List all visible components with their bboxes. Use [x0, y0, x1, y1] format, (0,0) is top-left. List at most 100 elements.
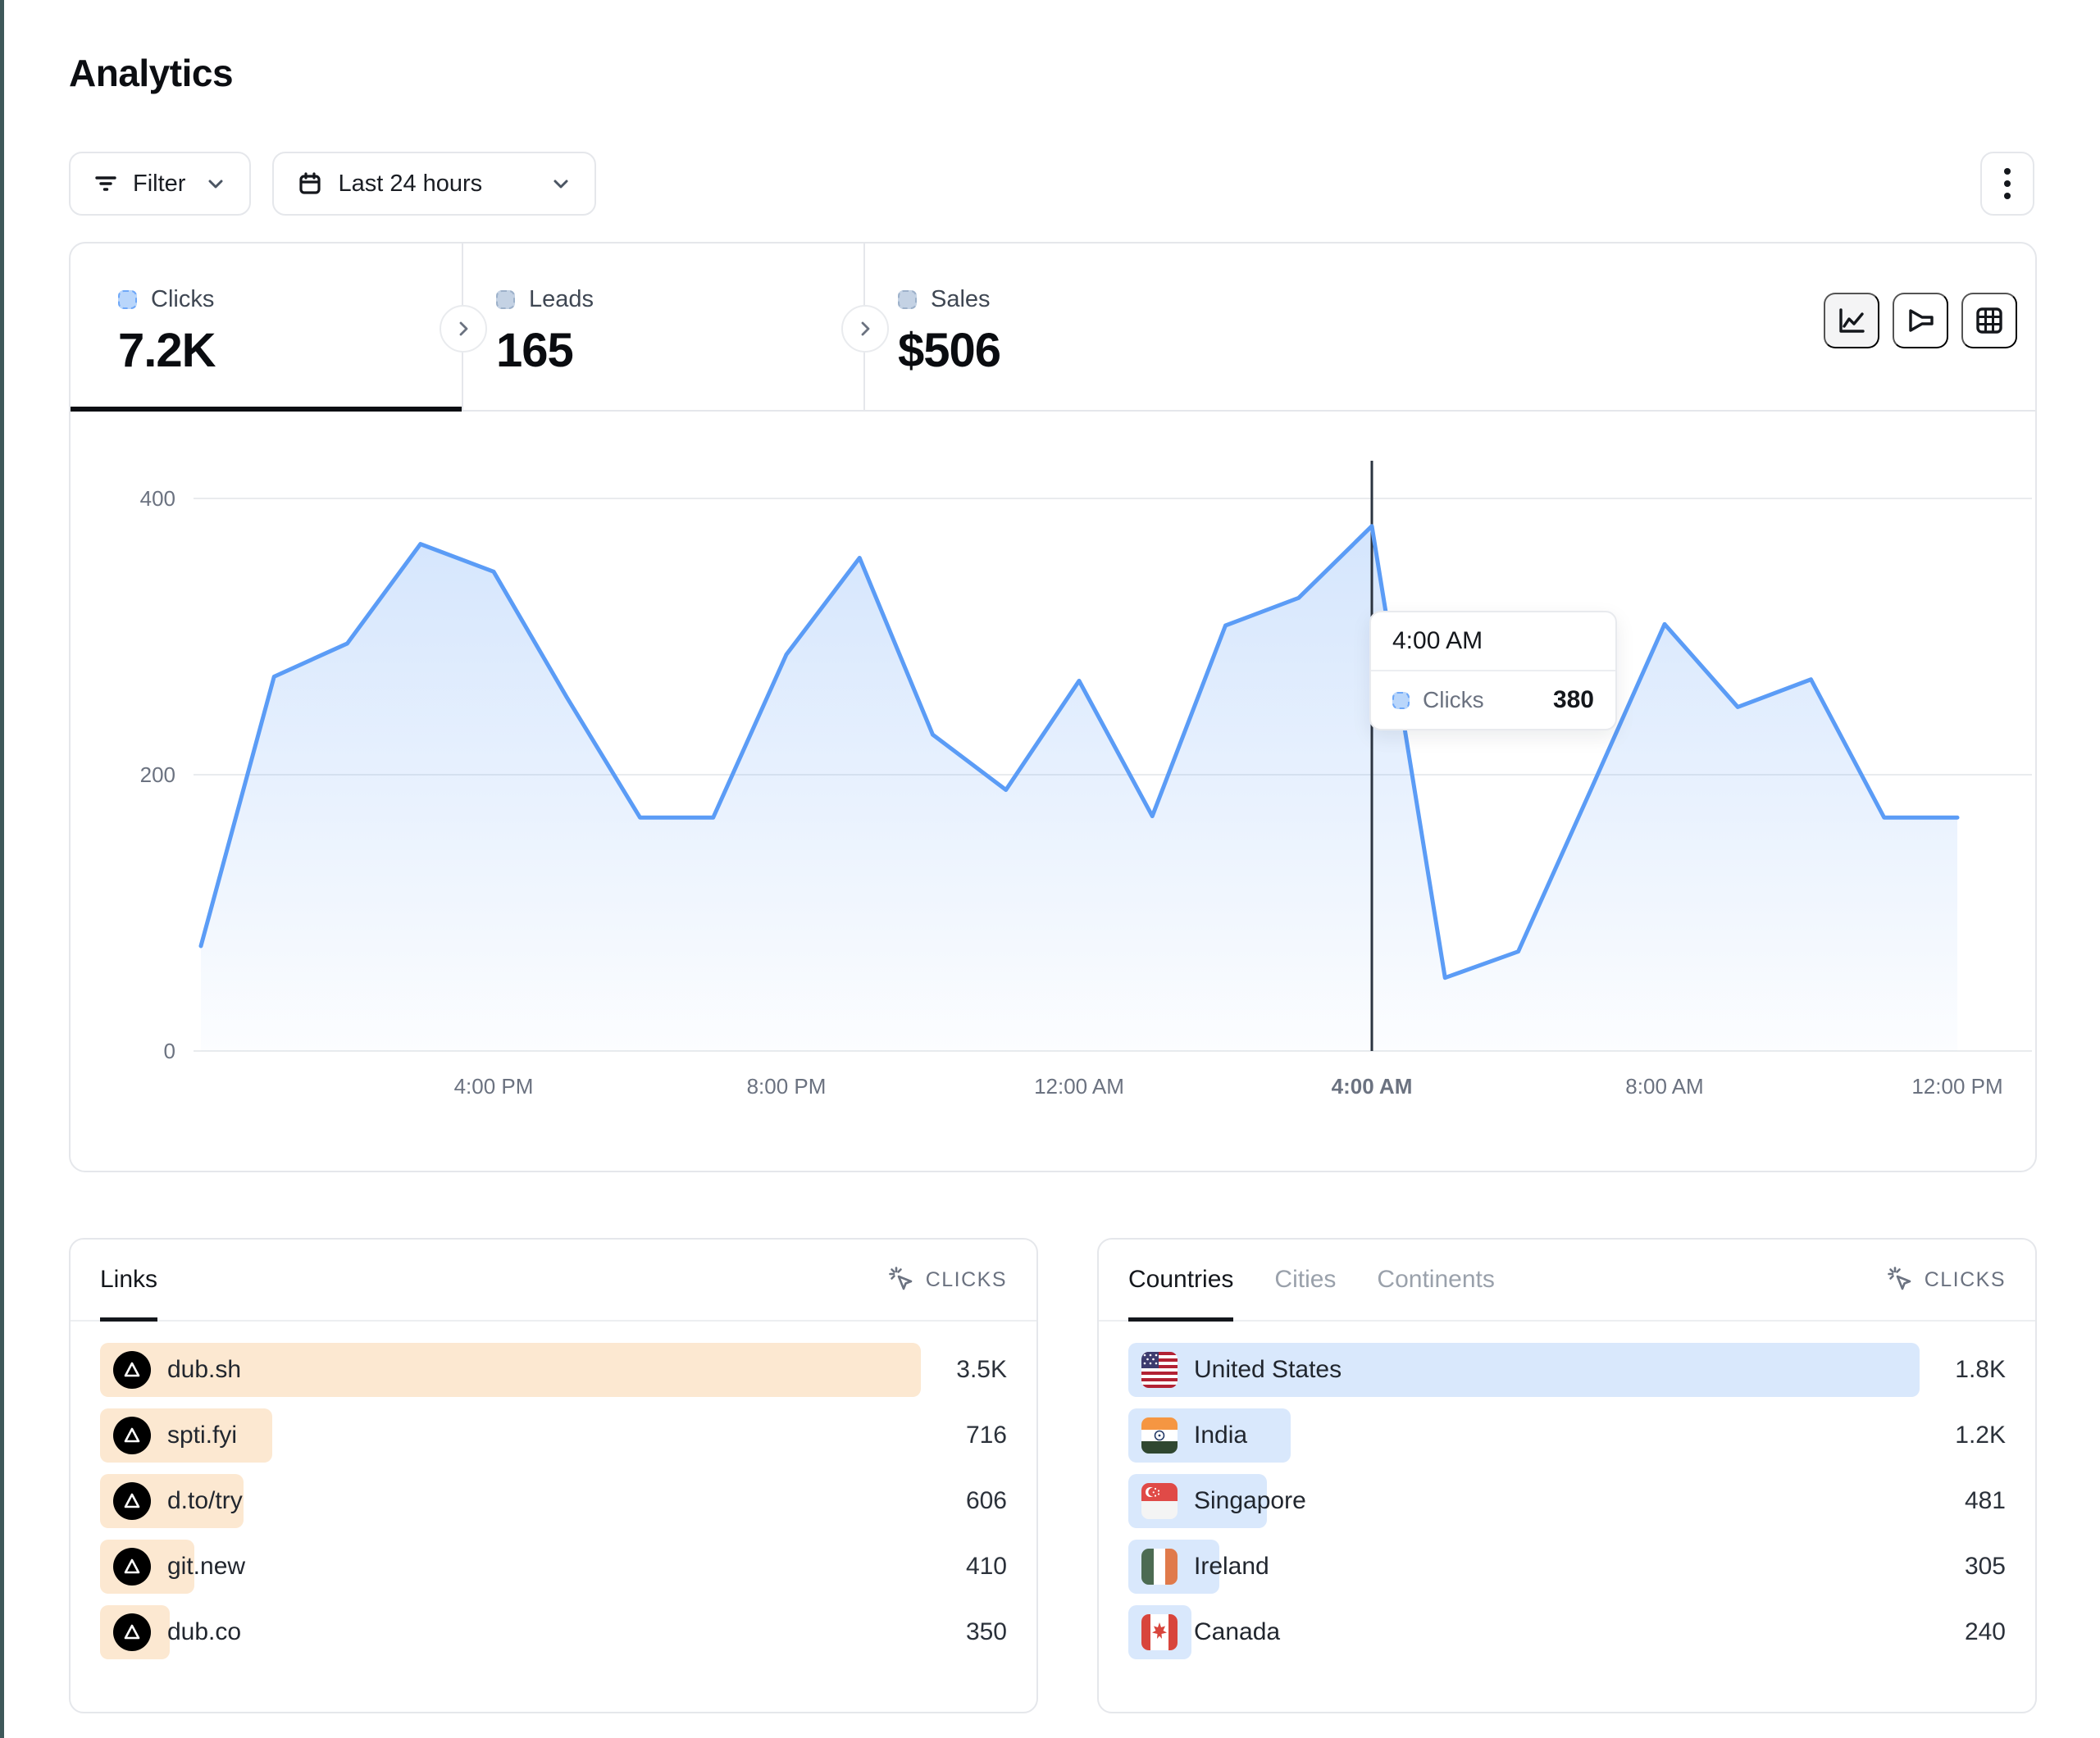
links-rows: dub.sh 3.5K spti.fyi 716 d.to/try 606 — [71, 1322, 1036, 1659]
links-metric-selector[interactable]: CLICKS — [888, 1240, 1007, 1320]
country-row-ireland[interactable]: Ireland 305 — [1128, 1540, 2006, 1594]
link-row-dub-sh[interactable]: dub.sh 3.5K — [100, 1343, 1007, 1397]
more-options-button[interactable] — [1980, 152, 2034, 216]
link-clicks-value: 410 — [966, 1540, 1007, 1594]
link-clicks-value: 3.5K — [956, 1343, 1007, 1397]
link-clicks-value: 350 — [966, 1605, 1007, 1659]
toolbar: Filter Last 24 hours — [69, 152, 596, 216]
tooltip-time: 4:00 AM — [1371, 612, 1615, 671]
links-tab-label: Links — [100, 1266, 157, 1294]
link-label: d.to/try — [167, 1487, 243, 1515]
countries-card-header: Countries Cities Continents CLICKS — [1099, 1240, 2035, 1322]
clicks-value: 7.2K — [118, 323, 462, 378]
dub-logo-icon — [113, 1351, 151, 1389]
country-row-singapore[interactable]: Singapore 481 — [1128, 1474, 2006, 1528]
x-axis-label-24: 12:00 PM — [1911, 1074, 2002, 1099]
line-chart-view-button[interactable] — [1824, 293, 1879, 348]
country-label: United States — [1194, 1356, 1342, 1384]
funnel-icon — [1904, 304, 1937, 337]
chart-tooltip: 4:00 AM Clicks 380 — [1369, 611, 1617, 730]
tab-countries[interactable]: Countries — [1128, 1240, 1233, 1320]
clicks-series-swatch — [118, 290, 137, 309]
dub-logo-icon — [113, 1417, 151, 1454]
dub-logo-icon — [113, 1548, 151, 1586]
cities-tab-label: Cities — [1274, 1266, 1336, 1294]
chart-view-switcher — [1824, 293, 2017, 348]
leads-tab-label: Leads — [529, 286, 594, 313]
dub-logo-icon — [113, 1482, 151, 1520]
date-range-button[interactable]: Last 24 hours — [272, 152, 596, 216]
clicks-area-chart[interactable]: 02004004:00 PM8:00 PM12:00 AM4:00 AM8:00… — [71, 412, 2035, 1172]
chevron-down-icon — [205, 173, 226, 194]
dub-logo-icon — [113, 1613, 151, 1651]
link-clicks-value: 606 — [966, 1474, 1007, 1528]
chevron-down-icon — [550, 173, 572, 194]
link-row-git-new[interactable]: git.new 410 — [100, 1540, 1007, 1594]
countries-card: Countries Cities Continents CLICKS — [1097, 1238, 2037, 1713]
page-title: Analytics — [69, 51, 233, 95]
country-clicks-value: 305 — [1965, 1540, 2006, 1594]
country-label: Singapore — [1194, 1487, 1306, 1515]
link-clicks-value: 716 — [966, 1408, 1007, 1463]
country-label: Canada — [1194, 1618, 1280, 1646]
clicks-area-fill — [201, 526, 1957, 1051]
country-row-canada[interactable]: Canada 240 — [1128, 1605, 2006, 1659]
country-clicks-value: 1.8K — [1955, 1343, 2006, 1397]
date-range-label: Last 24 hours — [338, 171, 482, 198]
tooltip-series-swatch — [1392, 692, 1410, 709]
funnel-view-button[interactable] — [1893, 293, 1948, 348]
leads-value: 165 — [496, 323, 863, 378]
y-axis-label-0: 0 — [164, 1039, 175, 1063]
leads-series-swatch — [496, 290, 515, 309]
continents-tab-label: Continents — [1377, 1266, 1494, 1294]
sales-series-swatch — [898, 290, 917, 309]
country-row-united-states[interactable]: United States 1.8K — [1128, 1343, 2006, 1397]
link-label: spti.fyi — [167, 1422, 237, 1449]
clicks-chart-area: 02004004:00 PM8:00 PM12:00 AM4:00 AM8:00… — [71, 412, 2035, 1172]
countries-metric-label: CLICKS — [1925, 1268, 2006, 1292]
country-label: India — [1194, 1422, 1247, 1449]
y-axis-label-400: 400 — [140, 486, 175, 511]
kebab-menu-icon — [2003, 166, 2011, 202]
singapore-flag-icon — [1141, 1483, 1178, 1519]
country-row-india[interactable]: India 1.2K — [1128, 1408, 2006, 1463]
links-card-header: Links CLICKS — [71, 1240, 1036, 1322]
x-axis-label-20: 8:00 AM — [1625, 1074, 1703, 1099]
x-axis-label-4: 4:00 PM — [454, 1074, 534, 1099]
link-label: git.new — [167, 1553, 245, 1581]
us-flag-icon — [1141, 1352, 1178, 1388]
tab-continents[interactable]: Continents — [1377, 1240, 1494, 1320]
tab-links[interactable]: Links — [100, 1240, 157, 1320]
expand-leads-chevron-button[interactable] — [841, 305, 889, 353]
x-axis-label-12: 12:00 AM — [1034, 1074, 1124, 1099]
country-label: Ireland — [1194, 1553, 1269, 1581]
tooltip-series-label: Clicks — [1423, 687, 1484, 713]
link-row-dub-co[interactable]: dub.co 350 — [100, 1605, 1007, 1659]
tab-leads[interactable]: Leads 165 — [463, 243, 865, 410]
country-clicks-value: 1.2K — [1955, 1408, 2006, 1463]
x-axis-label-16: 4:00 AM — [1332, 1074, 1413, 1099]
countries-metric-selector[interactable]: CLICKS — [1887, 1240, 2006, 1320]
india-flag-icon — [1141, 1417, 1178, 1454]
tooltip-value: 380 — [1553, 686, 1594, 714]
link-row-d-to-try[interactable]: d.to/try 606 — [100, 1474, 1007, 1528]
link-label: dub.sh — [167, 1356, 241, 1384]
sales-tab-label: Sales — [931, 286, 991, 313]
stats-tabs-row: Clicks 7.2K Leads 165 Sales $506 — [71, 243, 2035, 412]
clicks-tab-label: Clicks — [151, 286, 214, 313]
tab-cities[interactable]: Cities — [1274, 1240, 1336, 1320]
countries-rows: United States 1.8K India 1.2K — [1099, 1322, 2035, 1659]
x-axis-label-8: 8:00 PM — [747, 1074, 827, 1099]
link-row-spti-fyi[interactable]: spti.fyi 716 — [100, 1408, 1007, 1463]
line-chart-icon — [1835, 304, 1868, 337]
ireland-flag-icon — [1141, 1549, 1178, 1585]
table-view-button[interactable] — [1961, 293, 2017, 348]
canada-flag-icon — [1141, 1614, 1178, 1650]
tab-clicks[interactable]: Clicks 7.2K — [71, 243, 463, 410]
analytics-card: Clicks 7.2K Leads 165 Sales $506 — [69, 242, 2037, 1172]
analytics-page: Analytics Filter Last 24 hours — [0, 0, 2100, 1738]
cursor-click-icon — [888, 1266, 916, 1294]
filter-icon — [93, 171, 118, 196]
filter-button[interactable]: Filter — [69, 152, 251, 216]
expand-clicks-chevron-button[interactable] — [440, 305, 487, 353]
